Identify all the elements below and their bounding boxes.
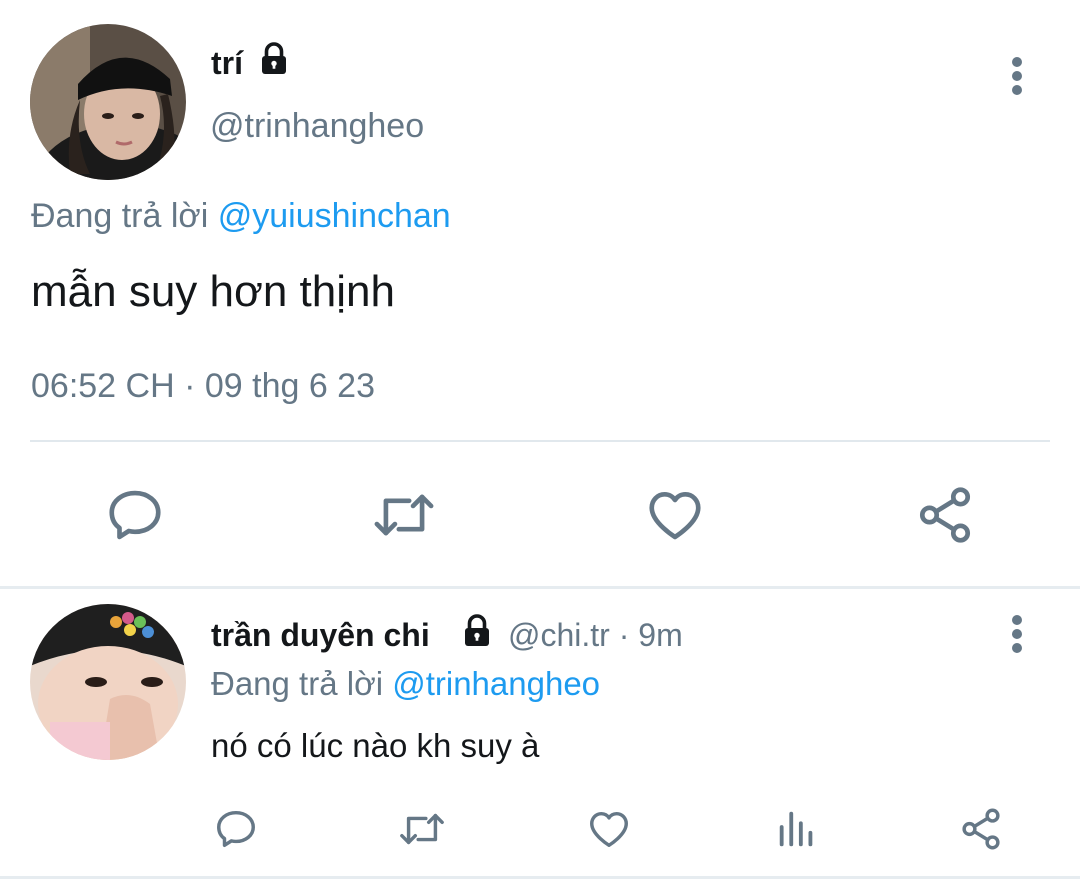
divider [30, 440, 1050, 442]
like-icon[interactable] [585, 806, 633, 852]
reply-icon[interactable] [104, 484, 166, 546]
main-avatar[interactable] [30, 24, 186, 180]
main-author-name[interactable]: trí [211, 44, 243, 82]
more-options-icon[interactable] [1004, 54, 1030, 98]
section-separator [0, 586, 1080, 589]
reply-handle[interactable]: @chi.tr [508, 617, 610, 653]
replying-to-label: Đang trả lời [211, 665, 384, 702]
lock-icon [459, 613, 495, 649]
reply-icon[interactable] [213, 806, 259, 852]
replying-to-label: Đang trả lời [31, 197, 209, 235]
main-tweet-text: mẫn suy hơn thịnh [31, 267, 395, 316]
replying-to-link[interactable]: @yuiushinchan [218, 197, 451, 235]
reply-header: trần duyên chi [211, 616, 430, 654]
replying-to-link[interactable]: @trinhangheo [392, 665, 600, 702]
more-options-icon[interactable] [1004, 612, 1030, 656]
retweet-icon[interactable] [396, 806, 448, 852]
share-icon[interactable] [914, 484, 976, 546]
like-icon[interactable] [643, 484, 707, 546]
reply-avatar[interactable] [30, 604, 186, 760]
share-icon[interactable] [958, 806, 1004, 852]
replying-to-line: Đang trả lời @yuiushinchan [31, 196, 451, 236]
main-handle[interactable]: @trinhangheo [210, 106, 424, 146]
reply-handle-line: @chi.tr · 9m [508, 616, 683, 654]
reply-replying-to-line: Đang trả lời @trinhangheo [211, 664, 600, 704]
lock-icon [256, 41, 292, 77]
reply-author-name[interactable]: trần duyên chi [211, 617, 430, 653]
main-timestamp[interactable]: 06:52 CH · 09 thg 6 23 [31, 366, 375, 406]
reply-tweet-text: nó có lúc nào kh suy à [211, 727, 540, 764]
analytics-icon[interactable] [774, 806, 820, 852]
retweet-icon[interactable] [370, 484, 438, 546]
reply-age[interactable]: · 9m [619, 617, 683, 653]
